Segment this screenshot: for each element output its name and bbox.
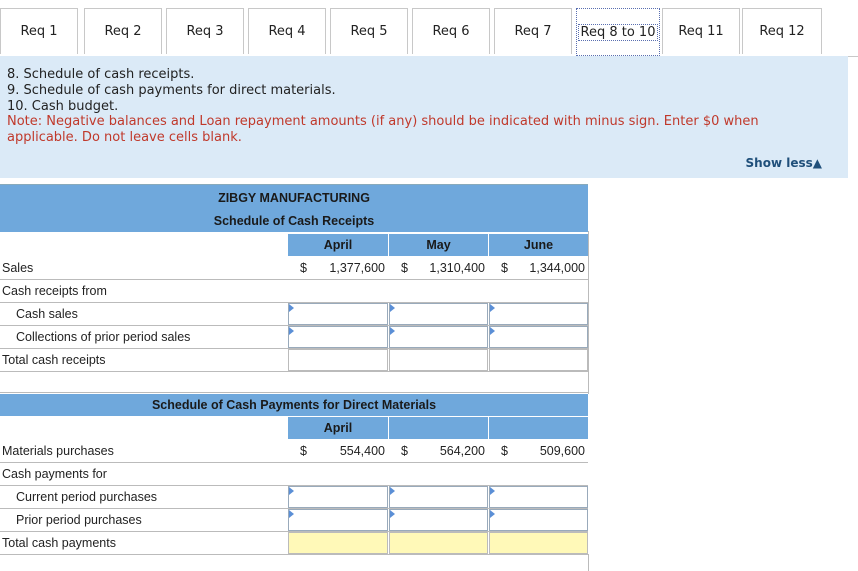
currency-symbol: $ bbox=[501, 261, 508, 275]
table-border bbox=[588, 231, 589, 371]
row-label: Collections of prior period sales bbox=[16, 330, 191, 344]
row-label: Materials purchases bbox=[2, 444, 114, 458]
total-payments-may-cell bbox=[389, 532, 488, 554]
current-purchases-june-input[interactable] bbox=[489, 486, 588, 508]
collections-row: Collections of prior period sales bbox=[0, 326, 588, 349]
instruction-line: 8. Schedule of cash receipts. bbox=[7, 67, 195, 82]
prior-period-row: Prior period purchases bbox=[0, 509, 588, 532]
row-label: Cash sales bbox=[16, 307, 78, 321]
cash-payments-for-row: Cash payments for bbox=[0, 463, 588, 486]
table-border bbox=[588, 370, 589, 394]
month-header-empty bbox=[389, 417, 488, 439]
purchases-may-value: 564,200 bbox=[439, 444, 485, 458]
tab-req-5[interactable]: Req 5 bbox=[330, 8, 408, 54]
cash-sales-may-input[interactable] bbox=[389, 303, 488, 325]
tab-req-4[interactable]: Req 4 bbox=[248, 8, 326, 54]
tab-req-3[interactable]: Req 3 bbox=[166, 8, 244, 54]
spacer-row bbox=[0, 370, 588, 393]
cash-payments-schedule: Schedule of Cash Payments for Direct Mat… bbox=[0, 370, 590, 571]
sales-april-value: 1,377,600 bbox=[329, 261, 385, 275]
total-receipts-april-cell bbox=[288, 349, 388, 371]
schedule-title: Schedule of Cash Receipts bbox=[213, 214, 375, 228]
total-cash-payments-row: Total cash payments bbox=[0, 532, 588, 555]
tab-req-8-to-10[interactable]: Req 8 to 10 bbox=[576, 8, 660, 56]
schedule-header: ZIBGY MANUFACTURING Schedule of Cash Rec… bbox=[0, 184, 588, 232]
requirement-tabs: Req 1 Req 2 Req 3 Req 4 Req 5 Req 6 Req … bbox=[0, 0, 858, 57]
purchases-june-value: 509,600 bbox=[539, 444, 585, 458]
row-label: Current period purchases bbox=[16, 490, 158, 504]
current-period-row: Current period purchases bbox=[0, 486, 588, 509]
collections-june-input[interactable] bbox=[489, 326, 588, 348]
month-header-empty bbox=[489, 417, 588, 439]
currency-symbol: $ bbox=[300, 261, 307, 275]
month-header-may: May bbox=[389, 234, 488, 256]
instruction-note: Note: Negative balances and Loan repayme… bbox=[7, 114, 759, 145]
row-label: Total cash payments bbox=[2, 536, 116, 550]
row-label: Prior period purchases bbox=[16, 513, 142, 527]
row-label: Total cash receipts bbox=[2, 353, 106, 367]
total-receipts-june-cell bbox=[489, 349, 588, 371]
cash-receipts-schedule: ZIBGY MANUFACTURING Schedule of Cash Rec… bbox=[0, 184, 590, 372]
tab-req-2[interactable]: Req 2 bbox=[84, 8, 162, 54]
prior-purchases-may-input[interactable] bbox=[389, 509, 488, 531]
total-payments-june-cell bbox=[489, 532, 588, 554]
sales-row: Sales $ 1,377,600 $ 1,310,400 $ 1,344,00… bbox=[0, 257, 588, 280]
cash-receipts-from-row: Cash receipts from bbox=[0, 280, 588, 303]
total-cash-receipts-row: Total cash receipts bbox=[0, 349, 588, 372]
row-label: Cash payments for bbox=[2, 467, 107, 481]
tab-req-12[interactable]: Req 12 bbox=[742, 8, 822, 54]
materials-purchases-row: Materials purchases $ 554,400 $ 564,200 … bbox=[0, 440, 588, 463]
table-border bbox=[588, 554, 589, 571]
instruction-line: 10. Cash budget. bbox=[7, 99, 119, 114]
currency-symbol: $ bbox=[300, 444, 307, 458]
prior-purchases-june-input[interactable] bbox=[489, 509, 588, 531]
tab-req-1[interactable]: Req 1 bbox=[0, 8, 78, 54]
sales-june-value: 1,344,000 bbox=[529, 261, 585, 275]
tab-req-11[interactable]: Req 11 bbox=[662, 8, 740, 54]
month-header-june: June bbox=[489, 234, 588, 256]
current-purchases-april-input[interactable] bbox=[288, 486, 388, 508]
currency-symbol: $ bbox=[501, 444, 508, 458]
current-purchases-may-input[interactable] bbox=[389, 486, 488, 508]
row-label: Cash receipts from bbox=[2, 284, 107, 298]
currency-symbol: $ bbox=[401, 444, 408, 458]
show-less-link[interactable]: Show less▲ bbox=[746, 156, 822, 170]
month-header-april: April bbox=[288, 234, 388, 256]
instructions-panel: 8. Schedule of cash receipts. 9. Schedul… bbox=[0, 56, 848, 178]
tab-label: Req 8 to 10 bbox=[577, 23, 659, 41]
cash-sales-june-input[interactable] bbox=[489, 303, 588, 325]
row-label: Sales bbox=[2, 261, 34, 275]
cash-sales-row: Cash sales bbox=[0, 303, 588, 326]
collections-may-input[interactable] bbox=[389, 326, 488, 348]
tab-req-6[interactable]: Req 6 bbox=[412, 8, 490, 54]
purchases-april-value: 554,400 bbox=[339, 444, 385, 458]
prior-purchases-april-input[interactable] bbox=[288, 509, 388, 531]
collections-april-input[interactable] bbox=[288, 326, 388, 348]
total-payments-april-cell bbox=[288, 532, 388, 554]
instruction-line: 9. Schedule of cash payments for direct … bbox=[7, 83, 336, 98]
currency-symbol: $ bbox=[401, 261, 408, 275]
payments-schedule-title: Schedule of Cash Payments for Direct Mat… bbox=[0, 394, 588, 416]
total-receipts-may-cell bbox=[389, 349, 488, 371]
sales-may-value: 1,310,400 bbox=[429, 261, 485, 275]
month-header-april: April bbox=[288, 417, 388, 439]
cash-sales-april-input[interactable] bbox=[288, 303, 388, 325]
company-name: ZIBGY MANUFACTURING bbox=[218, 191, 370, 205]
tab-req-7[interactable]: Req 7 bbox=[494, 8, 572, 54]
